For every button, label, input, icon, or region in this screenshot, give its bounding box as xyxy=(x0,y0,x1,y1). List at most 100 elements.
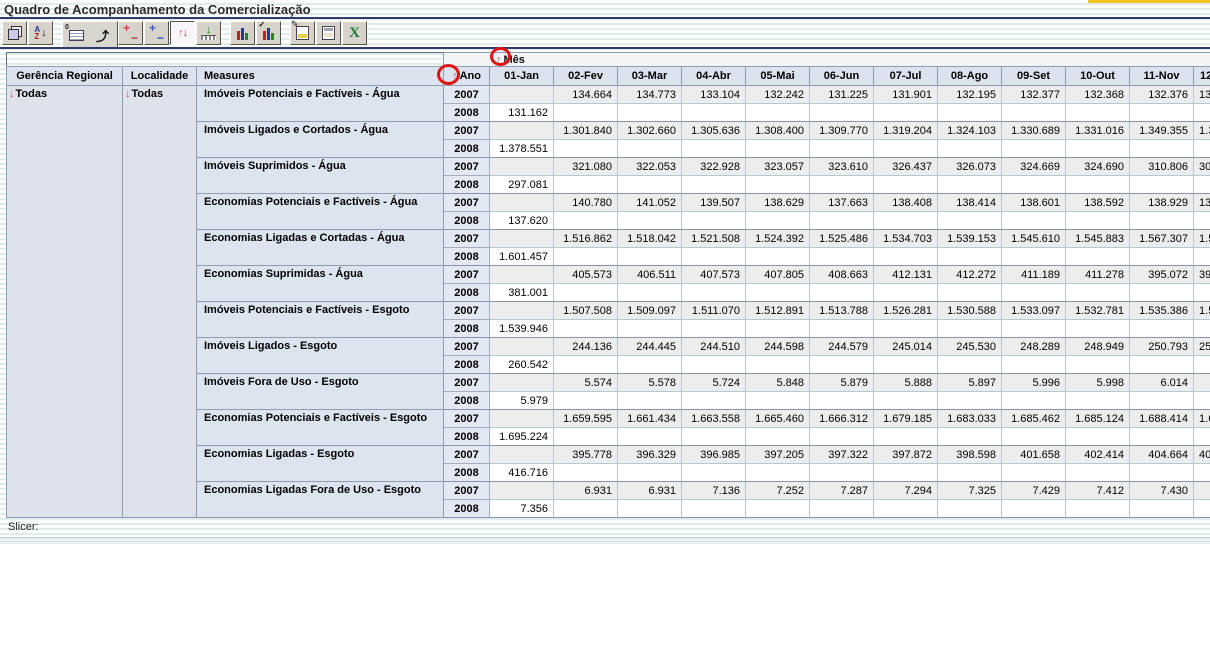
data-cell xyxy=(1002,464,1066,482)
data-cell xyxy=(810,176,874,194)
filter-down-arrow-icon[interactable]: ↓ xyxy=(9,88,15,100)
data-cell xyxy=(618,500,682,518)
data-cell xyxy=(1066,392,1130,410)
data-cell: 134.773 xyxy=(618,86,682,104)
data-cell xyxy=(1066,320,1130,338)
show-empty-cells-button[interactable]: 0 xyxy=(64,23,89,47)
data-cell: 7.136 xyxy=(682,482,746,500)
data-cell: 1.518.042 xyxy=(618,230,682,248)
slicer-label: Slicer: xyxy=(8,521,39,533)
excel-export-button[interactable]: X xyxy=(342,21,367,45)
data-cell: 5.888 xyxy=(874,374,938,392)
month-header-7: 07-Jul xyxy=(874,67,938,86)
data-cell xyxy=(810,428,874,446)
filter-down-arrow-icon[interactable]: ↓ xyxy=(125,88,131,100)
data-cell: 132.368 xyxy=(1066,86,1130,104)
year-cell: 2007 xyxy=(444,338,490,356)
data-cell xyxy=(810,464,874,482)
pivot-table: ↑Mês Gerência Regional Localidade Measur… xyxy=(6,52,1210,518)
year-cell: 2008 xyxy=(444,500,490,518)
cube-icon xyxy=(8,29,19,40)
data-cell: 396.329 xyxy=(618,446,682,464)
data-cell: 1.513.788 xyxy=(810,302,874,320)
data-cell: 244.136 xyxy=(554,338,618,356)
data-cell xyxy=(746,212,810,230)
data-cell: 1.319.204 xyxy=(874,122,938,140)
bottom-divider-2 xyxy=(0,541,1210,542)
chart-button[interactable] xyxy=(230,21,255,45)
data-cell xyxy=(618,104,682,122)
sort-az-button[interactable]: AZ↓ xyxy=(28,21,53,45)
report-button[interactable]: ✎ xyxy=(290,21,315,45)
expand-collapse-columns-button[interactable]: +− xyxy=(144,21,169,45)
data-cell: 138.601 xyxy=(1002,194,1066,212)
data-cell xyxy=(938,284,1002,302)
data-cell: 1.695.224 xyxy=(490,428,554,446)
data-cell xyxy=(746,464,810,482)
data-cell: 1.685.124 xyxy=(1066,410,1130,428)
data-cell xyxy=(874,176,938,194)
data-cell: 1.683.033 xyxy=(938,410,1002,428)
year-cell: 2008 xyxy=(444,320,490,338)
toolbar-group-1: AZ↓ xyxy=(2,21,54,45)
cube-button[interactable] xyxy=(2,21,27,45)
chart-options-button[interactable]: ✓ xyxy=(256,21,281,45)
data-cell xyxy=(1194,320,1210,338)
data-cell: 1.309.770 xyxy=(810,122,874,140)
data-cell xyxy=(1066,104,1130,122)
data-cell xyxy=(1130,212,1194,230)
data-cell xyxy=(938,248,1002,266)
data-cell: 141.052 xyxy=(618,194,682,212)
data-cell xyxy=(1002,176,1066,194)
data-cell xyxy=(490,482,554,500)
mes-header-cell: ↑Mês xyxy=(444,53,1210,67)
data-cell: 396.985 xyxy=(682,446,746,464)
measure-cell: Imóveis Fora de Uso - Esgoto xyxy=(197,374,444,410)
data-cell xyxy=(1194,392,1210,410)
year-cell: 2007 xyxy=(444,86,490,104)
year-cell: 2007 xyxy=(444,122,490,140)
localidade-filter-cell[interactable]: ↓Todas xyxy=(123,86,197,518)
data-cell xyxy=(746,140,810,158)
data-cell xyxy=(490,230,554,248)
year-cell: 2008 xyxy=(444,248,490,266)
data-cell: 13 xyxy=(1194,86,1210,104)
gerencia-filter-cell[interactable]: ↓Todas xyxy=(7,86,123,518)
data-cell: 381.001 xyxy=(490,284,554,302)
year-cell: 2008 xyxy=(444,356,490,374)
data-cell: 1.666.312 xyxy=(810,410,874,428)
data-cell xyxy=(490,194,554,212)
annotation-circle-mes xyxy=(490,47,511,66)
data-cell: 139.507 xyxy=(682,194,746,212)
grid-body: ↓Todas↓TodasImóveis Potenciais e Factíve… xyxy=(7,86,1210,518)
data-cell: 402.414 xyxy=(1066,446,1130,464)
data-cell: 245.014 xyxy=(874,338,938,356)
data-cell xyxy=(746,500,810,518)
data-cell: 1.521.508 xyxy=(682,230,746,248)
data-cell: 7.430 xyxy=(1130,482,1194,500)
data-cell xyxy=(1130,248,1194,266)
data-cell: 1.534.703 xyxy=(874,230,938,248)
drill-to-detail-button[interactable]: ↓ xyxy=(196,21,221,45)
sort-updown-button[interactable]: ↑↓ xyxy=(170,21,195,45)
data-cell: 131.901 xyxy=(874,86,938,104)
data-cell xyxy=(1002,320,1066,338)
toolbar-group-5: ✎ X xyxy=(290,21,368,45)
data-cell: 245.530 xyxy=(938,338,1002,356)
data-cell xyxy=(1002,392,1066,410)
table-row: ↓Todas↓TodasImóveis Potenciais e Factíve… xyxy=(7,86,1210,104)
data-cell xyxy=(1194,356,1210,374)
data-cell xyxy=(682,140,746,158)
data-cell xyxy=(874,320,938,338)
data-cell xyxy=(1194,374,1210,392)
data-cell xyxy=(1066,176,1130,194)
data-cell xyxy=(490,374,554,392)
data-cell: 5.724 xyxy=(682,374,746,392)
data-cell xyxy=(618,464,682,482)
data-cell xyxy=(746,248,810,266)
expand-collapse-rows-button[interactable]: +− xyxy=(118,21,143,45)
data-cell: 1.512.891 xyxy=(746,302,810,320)
month-header-10: 10-Out xyxy=(1066,67,1130,86)
print-button[interactable] xyxy=(316,21,341,45)
pivot-arrow-button[interactable]: ⤴ xyxy=(90,23,115,47)
